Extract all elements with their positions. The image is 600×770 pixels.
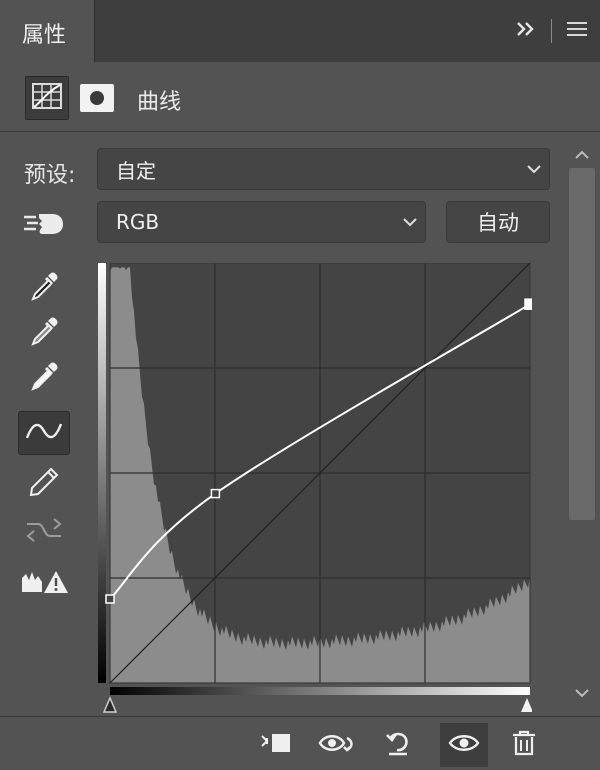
curves-graph-svg[interactable] [98, 262, 536, 713]
bottom-toolbar [0, 716, 600, 770]
trash-icon [511, 729, 537, 761]
edit-points-tool[interactable] [18, 411, 70, 455]
scroll-down-icon[interactable] [574, 684, 590, 703]
sample-gray-point-tool[interactable] [18, 311, 70, 355]
layer-mask-button[interactable] [80, 84, 114, 112]
white-point-slider[interactable] [521, 698, 533, 712]
sample-black-point-tool[interactable] [18, 266, 70, 310]
scroll-up-icon[interactable] [574, 146, 590, 165]
smooth-curve-tool[interactable] [18, 510, 70, 554]
panel-menu-icon[interactable] [566, 21, 588, 41]
view-previous-state-button[interactable] [313, 723, 361, 767]
preset-value: 自定 [116, 158, 156, 183]
channel-select[interactable]: RGB [97, 201, 426, 243]
input-gradient-bar [110, 687, 530, 695]
channel-value: RGB [116, 210, 160, 234]
clipping-warning-icon [20, 568, 68, 600]
delete-button[interactable] [500, 723, 548, 767]
panel-header: 曲线 [0, 62, 600, 132]
chevron-down-icon [395, 217, 425, 227]
eyedropper-white-icon [27, 359, 61, 397]
tab-properties[interactable]: 属性 [0, 0, 95, 62]
reset-icon [383, 728, 413, 762]
curves-adjustment-button[interactable] [25, 76, 69, 120]
reset-button[interactable] [374, 723, 422, 767]
pencil-icon [27, 465, 61, 503]
tab-label: 属性 [22, 23, 67, 48]
smooth-curve-icon [24, 514, 64, 550]
curve-control-point[interactable] [210, 488, 221, 499]
visibility-eye-icon [448, 732, 480, 758]
curve-control-point[interactable] [524, 298, 536, 310]
clip-to-layer-button[interactable] [252, 723, 300, 767]
mask-icon [90, 91, 104, 105]
clipping-warning-toggle[interactable] [18, 562, 70, 606]
output-gradient-bar [98, 263, 106, 683]
collapse-panel-icon[interactable] [515, 20, 537, 42]
curves-graph[interactable] [98, 262, 536, 713]
on-image-adjust-icon[interactable] [22, 206, 66, 240]
toggle-visibility-button[interactable] [440, 723, 488, 767]
eyedropper-gray-icon [27, 314, 61, 352]
eyedropper-black-icon [27, 269, 61, 307]
sample-white-point-tool[interactable] [18, 356, 70, 400]
chevron-down-icon [519, 164, 549, 174]
curve-control-point[interactable] [105, 594, 115, 604]
scroll-thumb[interactable] [569, 168, 595, 520]
panel-tab-bar: 属性 [0, 0, 600, 62]
auto-button[interactable]: 自动 [446, 201, 550, 243]
curve-point-tool-icon [24, 418, 64, 448]
clip-to-layer-icon [258, 730, 294, 760]
preset-label: 预设: [24, 163, 76, 188]
preset-select[interactable]: 自定 [97, 148, 550, 190]
panel-title: 曲线 [137, 90, 182, 115]
tab-divider [551, 19, 552, 43]
draw-curve-tool[interactable] [18, 462, 70, 506]
curves-grid-icon [31, 82, 63, 114]
tab-tools [515, 18, 588, 44]
black-point-slider[interactable] [102, 696, 118, 713]
view-previous-state-icon [317, 729, 357, 761]
